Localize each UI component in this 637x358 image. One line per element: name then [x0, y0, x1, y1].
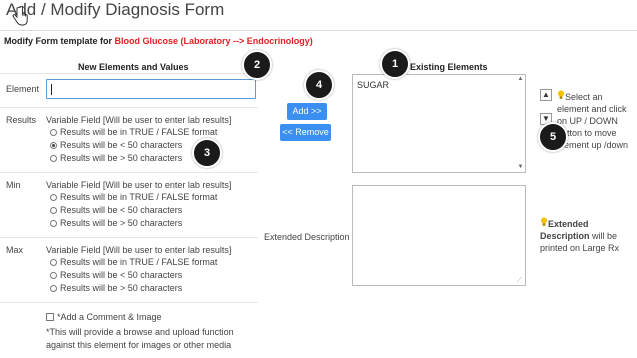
radio-button[interactable]: [50, 258, 57, 266]
remove-button[interactable]: << Remove: [280, 124, 331, 141]
divider: [0, 107, 258, 108]
results-variable-field-text: Variable Field [Will be user to enter la…: [46, 115, 232, 125]
note-line-2: against this element for images or other…: [46, 340, 232, 350]
add-button[interactable]: Add >>: [287, 103, 327, 120]
checkbox-label: *Add a Comment & Image: [57, 312, 162, 322]
radio-button[interactable]: [50, 128, 57, 136]
arrow-up-icon: ▲: [542, 90, 550, 99]
subtitle-highlight: Blood Glucose (Laboratory --> Endocrinol…: [114, 36, 313, 46]
max-option-true-false[interactable]: Results will be in TRUE / FALSE format: [50, 257, 217, 267]
option-label: Results will be < 50 characters: [60, 205, 183, 215]
element-label: Element: [6, 84, 40, 94]
extended-description-label: Extended Description: [264, 232, 350, 242]
option-label: Results will be > 50 characters: [60, 218, 183, 228]
scroll-up-icon[interactable]: ▲: [517, 76, 524, 83]
subtitle-prefix: Modify Form template for: [4, 36, 115, 46]
max-option-gt50[interactable]: Results will be > 50 characters: [50, 283, 182, 293]
extended-description-textarea[interactable]: ⟋: [352, 185, 526, 286]
max-variable-field-text: Variable Field [Will be user to enter la…: [46, 245, 232, 255]
radio-button[interactable]: [50, 219, 57, 227]
radio-button[interactable]: [50, 271, 57, 279]
divider: [0, 172, 258, 173]
step-badge-1: 1: [380, 49, 410, 79]
radio-button[interactable]: [50, 284, 57, 292]
tip-line: Extended: [540, 217, 636, 230]
min-option-gt50[interactable]: Results will be > 50 characters: [50, 218, 182, 228]
divider: [0, 302, 258, 303]
tip-line-3: on UP / DOWN: [557, 116, 618, 126]
tip-line-1: Select an: [565, 92, 603, 102]
option-label: Results will be in TRUE / FALSE format: [60, 192, 218, 202]
page-title: Add / Modify Diagnosis Form: [6, 0, 225, 19]
hand-cursor-icon: [12, 6, 28, 26]
extended-tip-text: Extended Description will be printed on …: [540, 217, 636, 254]
element-input[interactable]: [46, 79, 256, 99]
min-option-true-false[interactable]: Results will be in TRUE / FALSE format: [50, 192, 217, 202]
min-option-lt50[interactable]: Results will be < 50 characters: [50, 205, 182, 215]
results-option-gt50[interactable]: Results will be > 50 characters: [50, 153, 182, 163]
step-badge-5: 5: [538, 122, 568, 152]
results-label: Results: [6, 115, 37, 125]
new-elements-heading: New Elements and Values: [78, 62, 189, 72]
tip-line-3: printed on Large Rx: [540, 243, 620, 253]
tip-bold: Extended: [548, 219, 589, 229]
radio-button[interactable]: [50, 154, 57, 162]
tip-line: Description will be: [540, 230, 636, 242]
divider: [0, 237, 258, 238]
divider: [0, 73, 258, 74]
step-badge-3: 3: [192, 138, 222, 168]
existing-elements-list[interactable]: SUGAR ▲ ▼: [352, 74, 526, 173]
radio-button[interactable]: [50, 206, 57, 214]
move-up-button[interactable]: ▲: [540, 89, 552, 101]
text-caret: [51, 84, 52, 95]
step-badge-2: 2: [242, 50, 272, 80]
min-label: Min: [6, 180, 21, 190]
header-divider: [0, 30, 637, 31]
radio-button[interactable]: [50, 193, 57, 201]
lightbulb-icon: [558, 90, 564, 99]
resize-handle-icon[interactable]: ⟋: [517, 277, 524, 284]
option-label: Results will be in TRUE / FALSE format: [60, 127, 218, 137]
existing-elements-heading: Existing Elements: [410, 62, 488, 72]
scroll-down-icon[interactable]: ▼: [517, 164, 524, 171]
tip-line-5: element up /down: [557, 140, 629, 150]
form-subtitle: Modify Form template for Blood Glucose (…: [4, 36, 313, 46]
option-label: Results will be < 50 characters: [60, 270, 183, 280]
option-label: Results will be < 50 characters: [60, 140, 183, 150]
checkbox[interactable]: [46, 313, 54, 321]
results-option-true-false[interactable]: Results will be in TRUE / FALSE format: [50, 127, 217, 137]
option-label: Results will be > 50 characters: [60, 283, 183, 293]
tip-bold: Description: [540, 231, 590, 241]
add-comment-image-checkbox[interactable]: *Add a Comment & Image: [46, 312, 162, 322]
move-tip-text: Select an element and click on UP / DOWN…: [557, 90, 637, 151]
tip-text: will be: [589, 231, 618, 241]
results-option-lt50[interactable]: Results will be < 50 characters: [50, 140, 182, 150]
tip-line-4: button to move: [557, 128, 617, 138]
option-label: Results will be > 50 characters: [60, 153, 183, 163]
max-option-lt50[interactable]: Results will be < 50 characters: [50, 270, 182, 280]
min-variable-field-text: Variable Field [Will be user to enter la…: [46, 180, 232, 190]
note-line-1: *This will provide a browse and upload f…: [46, 327, 234, 337]
max-label: Max: [6, 245, 24, 255]
tip-line-2: element and click: [557, 104, 627, 114]
tip-line: Select an: [557, 90, 637, 103]
option-label: Results will be in TRUE / FALSE format: [60, 257, 218, 267]
existing-item[interactable]: SUGAR: [357, 80, 389, 90]
radio-button-selected[interactable]: [50, 141, 57, 149]
lightbulb-icon: [541, 217, 547, 226]
step-badge-4: 4: [304, 70, 334, 100]
